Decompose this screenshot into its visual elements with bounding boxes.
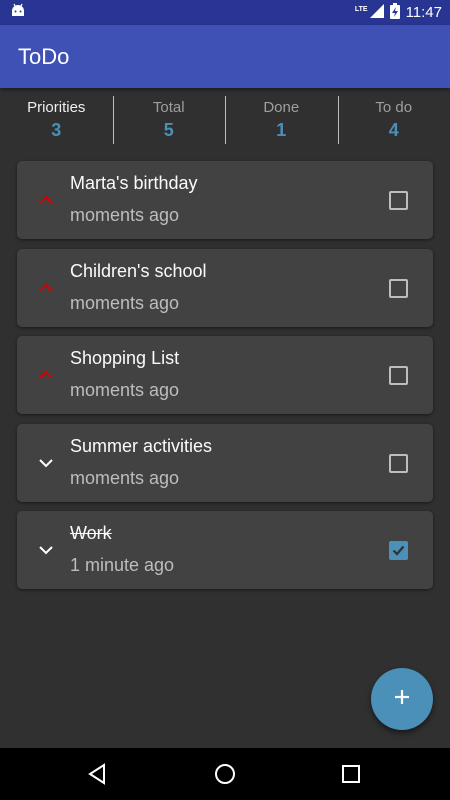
stat-label: Priorities	[27, 99, 86, 116]
add-task-button[interactable]	[371, 668, 433, 730]
chevron-down-icon	[38, 455, 54, 471]
task-checkbox[interactable]	[389, 278, 408, 298]
checkmark-icon	[392, 545, 405, 556]
task-card[interactable]: Marta's birthday moments ago	[17, 161, 433, 239]
task-checkbox[interactable]	[389, 191, 408, 210]
stats-bar: Priorities 3 Total 5 Done 1 To do 4	[0, 88, 450, 152]
task-checkbox[interactable]	[389, 366, 408, 385]
stat-label: Total	[152, 99, 185, 116]
battery-charging-icon	[389, 2, 400, 23]
system-nav-bar	[0, 748, 450, 800]
status-time: 11:47	[405, 4, 442, 21]
task-title: Children's school	[70, 260, 207, 281]
task-time: moments ago	[70, 205, 180, 225]
chevron-up-icon	[38, 367, 54, 383]
stat-done[interactable]: Done 1	[225, 88, 338, 152]
task-title: Marta's birthday	[70, 173, 198, 193]
task-time: moments ago	[70, 292, 180, 313]
status-bar: LTE 11:47	[0, 0, 450, 25]
task-card[interactable]: Children's school moments ago	[17, 248, 433, 327]
task-checkbox[interactable]	[389, 453, 408, 473]
stat-value: 4	[388, 120, 399, 140]
stat-value: 3	[51, 120, 62, 140]
task-time: moments ago	[70, 380, 180, 400]
back-icon[interactable]	[86, 762, 110, 786]
stat-todo[interactable]: To do 4	[337, 88, 450, 152]
task-title: Work	[70, 523, 112, 543]
stat-priorities[interactable]: Priorities 3	[0, 88, 113, 152]
recents-icon[interactable]	[339, 762, 363, 786]
stat-value: 1	[276, 120, 287, 140]
android-debug-icon	[10, 3, 26, 22]
lte-signal-icon	[369, 3, 384, 22]
task-title: Shopping List	[70, 348, 180, 368]
home-icon[interactable]	[213, 762, 237, 786]
stat-label: To do	[375, 99, 413, 116]
task-list: Marta's birthday moments ago Children's …	[17, 161, 433, 599]
stat-value: 5	[163, 120, 174, 140]
chevron-up-icon	[38, 280, 54, 296]
chevron-down-icon	[38, 542, 54, 558]
stat-label: Done	[263, 99, 300, 116]
lte-label: LTE	[354, 6, 368, 13]
app-bar: ToDo	[0, 25, 450, 88]
stat-total[interactable]: Total 5	[112, 88, 226, 152]
plus-icon	[392, 687, 412, 712]
task-time: 1 minute ago	[70, 555, 175, 575]
chevron-up-icon	[38, 192, 54, 208]
task-time: moments ago	[70, 467, 180, 488]
task-card[interactable]: Work 1 minute ago	[17, 511, 433, 589]
task-card[interactable]: Shopping List moments ago	[17, 336, 433, 414]
task-checkbox-checked[interactable]	[389, 541, 408, 560]
task-card[interactable]: Summer activities moments ago	[17, 423, 433, 502]
app-title: ToDo	[18, 43, 70, 69]
task-title: Summer activities	[70, 435, 213, 456]
